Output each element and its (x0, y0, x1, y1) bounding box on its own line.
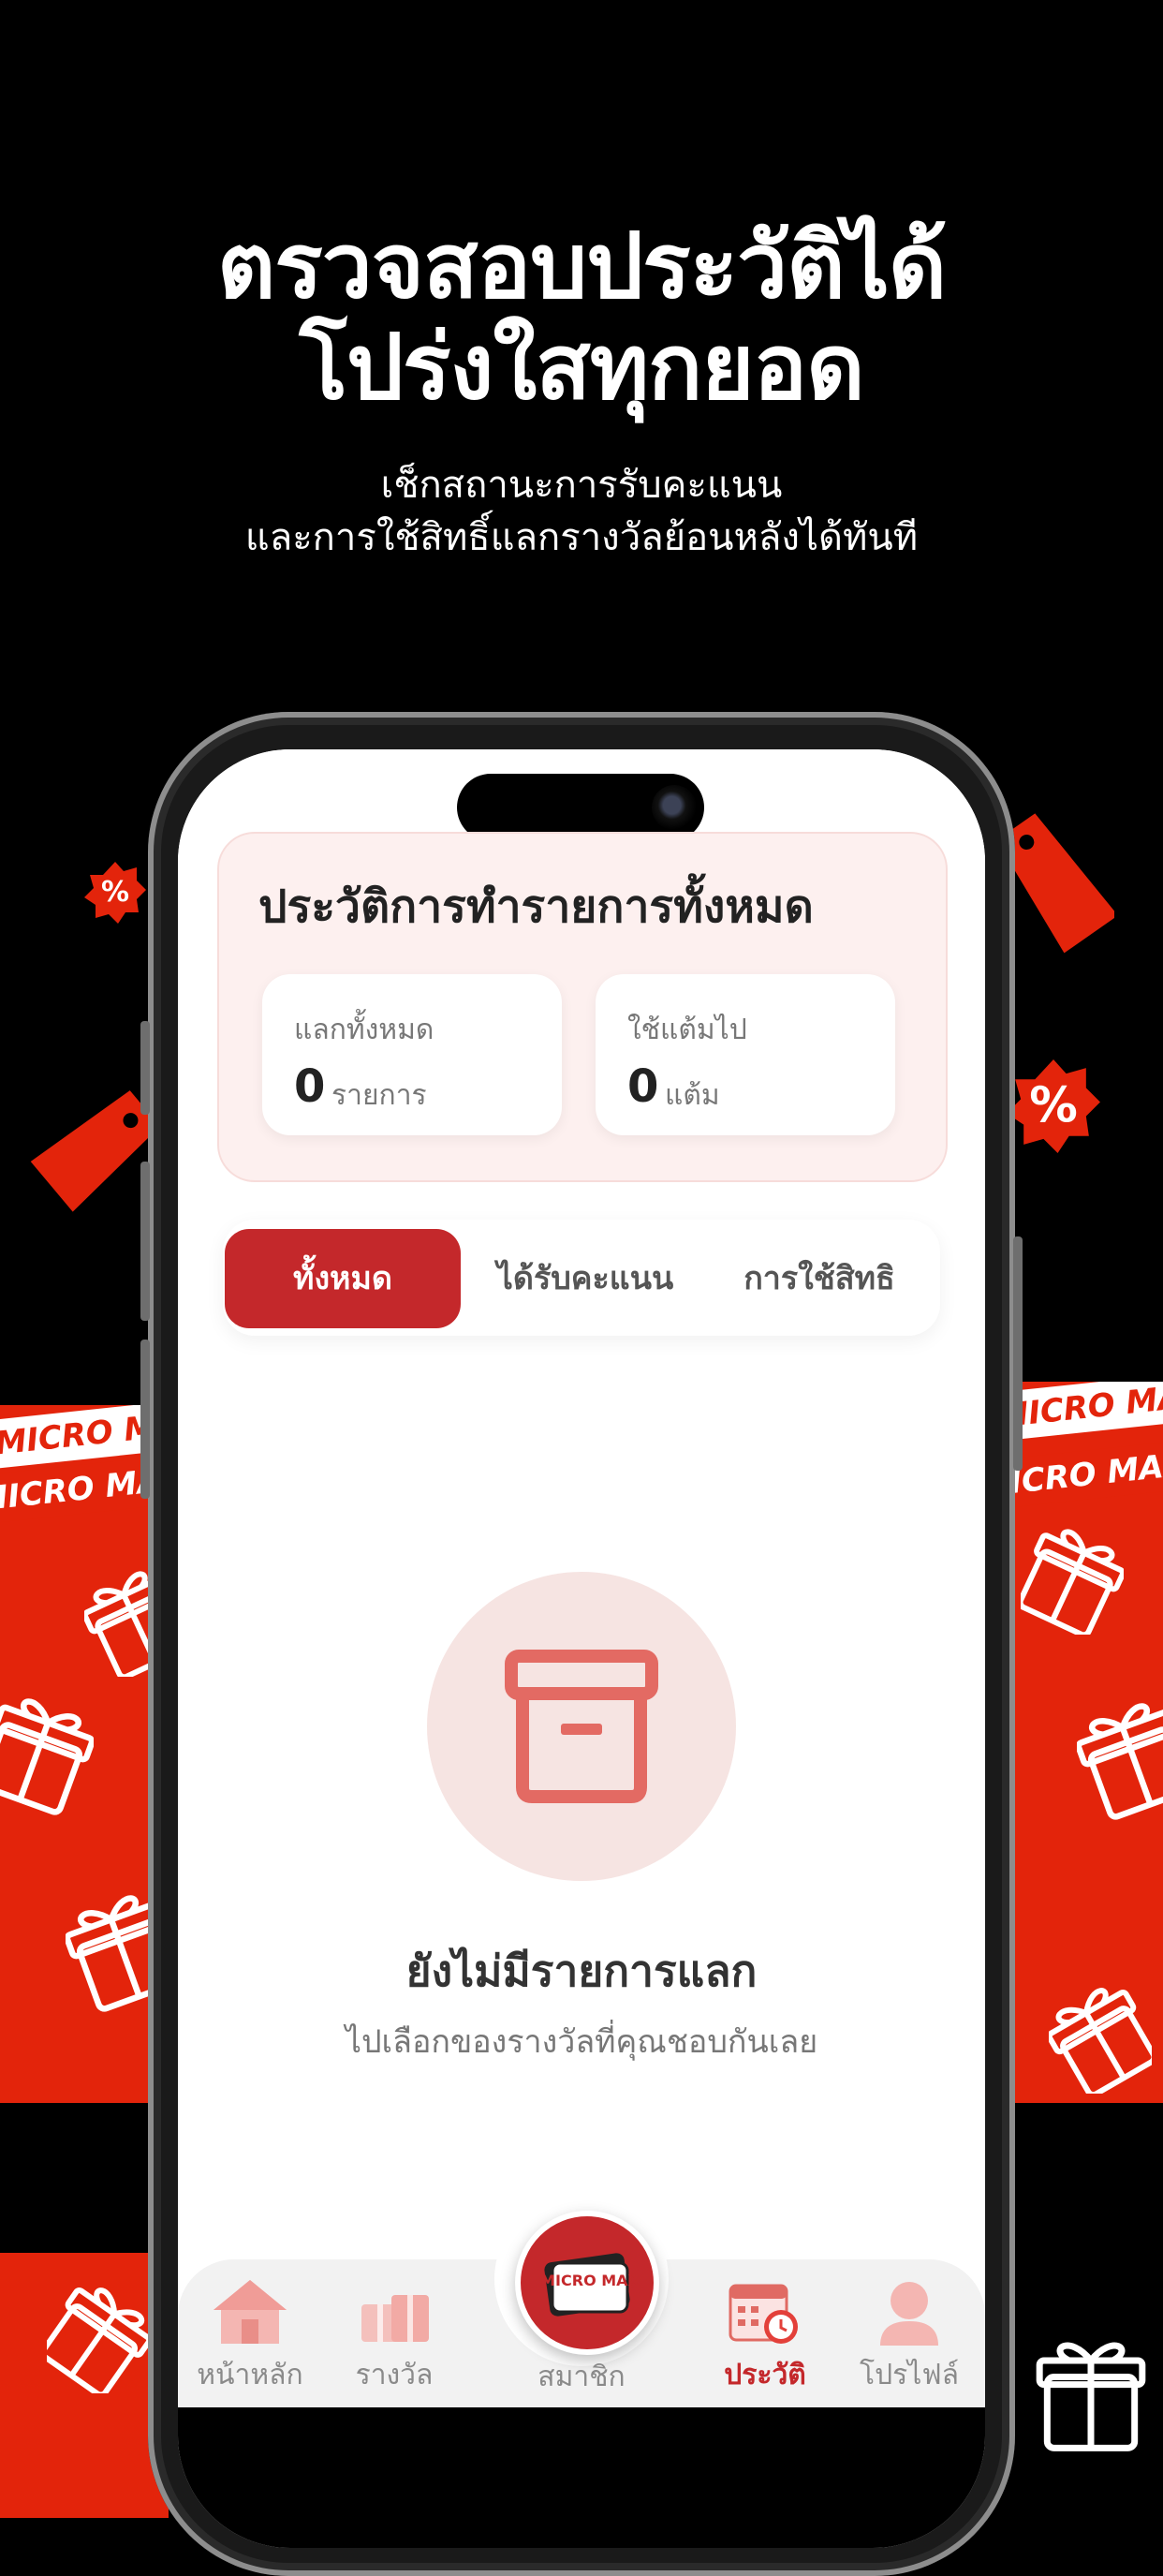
decor-red-band-bottom-left (0, 2253, 169, 2518)
promo-headline: ตรวจสอบประวัติได้ โปร่งใสทุกยอด (0, 215, 1163, 418)
tab-points-received[interactable]: ได้รับคะแนน (468, 1229, 702, 1328)
stat-label: แลกทั้งหมด (294, 1014, 434, 1046)
phone-side-button (140, 1340, 150, 1499)
gift-icon (1036, 2342, 1146, 2451)
camera-icon (652, 785, 697, 830)
svg-text:MICRO MAX: MICRO MAX (540, 2272, 640, 2289)
stat-unit: รายการ (331, 1079, 427, 1112)
user-icon (880, 2282, 938, 2346)
nav-item-home[interactable]: หน้าหลัก (180, 2276, 320, 2397)
nav-item-rewards[interactable]: รางวัล (324, 2276, 464, 2397)
gift-icon (47, 2287, 150, 2393)
empty-state-title: ยังไม่มีรายการแลก (405, 1946, 758, 1996)
stat-label: ใช้แต้มไป (627, 1014, 747, 1046)
gift-boxes-icon (361, 2295, 429, 2342)
gift-icon (1049, 1988, 1152, 2094)
nav-item-profile[interactable]: โปรไฟล์ (839, 2276, 979, 2397)
phone-side-button (1013, 1236, 1023, 1471)
promo-headline-line-1: ตรวจสอบประวัติได้ (216, 214, 947, 318)
tab-all[interactable]: ทั้งหมด (225, 1229, 461, 1328)
nav-label: ประวัติ (724, 2359, 806, 2391)
screen-content: ประวัติการทำรายการทั้งหมด แลกทั้งหมด 0 ร… (178, 749, 985, 2419)
history-filter-tabs: ทั้งหมด ได้รับคะแนน การใช้สิทธิ (223, 1220, 940, 1336)
archive-box-icon (505, 1650, 658, 1803)
summary-title: ประวัติการทำรายการทั้งหมด (258, 881, 814, 933)
decor-red-band-right: MICRO MAX . MICRO MAX . MICRO MICRO MAX … (993, 1382, 1163, 2103)
member-card-button[interactable]: MICRO MAX (515, 2211, 659, 2355)
percent-badge-icon: % (84, 862, 146, 924)
member-card-icon: MICRO MAX (540, 2253, 640, 2317)
nav-item-history[interactable]: ประวัติ (695, 2276, 835, 2397)
phone-side-button (140, 1162, 150, 1321)
app-screen: ประวัติการทำรายการทั้งหมด แลกทั้งหมด 0 ร… (178, 749, 985, 2548)
svg-text:%: % (101, 876, 129, 909)
tab-redemptions[interactable]: การใช้สิทธิ (702, 1229, 936, 1328)
svg-text:%: % (1029, 1078, 1078, 1134)
empty-state-subtitle: ไปเลือกของรางวัลที่คุณชอบกันเลย (345, 2023, 818, 2061)
phone-bottom-bezel (178, 2407, 985, 2548)
decor-red-band-bottom-right (993, 2253, 1163, 2518)
stat-value: 0 (627, 1060, 659, 1113)
nav-label: โปรไฟล์ (860, 2359, 959, 2391)
decor-red-band-left: MICRO MAX . MICRO MAX . MICRO MICRO MAX … (0, 1405, 169, 2103)
gift-icon (1077, 1703, 1163, 1820)
nav-label: หน้าหลัก (197, 2359, 303, 2391)
empty-state-illustration (427, 1572, 736, 1881)
stat-unit: แต้ม (665, 1079, 720, 1112)
stat-value: 0 (294, 1060, 326, 1113)
promo-headline-line-2: โปร่งใสทุกยอด (299, 315, 864, 420)
promo-subtitle: เช็กสถานะการรับคะแนน และการใช้สิทธิ์แลกร… (0, 459, 1163, 564)
percent-badge-icon: % (1007, 1059, 1100, 1153)
stat-redeemed-total: แลกทั้งหมด 0 รายการ (262, 974, 562, 1135)
phone-side-button (140, 1021, 150, 1115)
nav-item-member[interactable]: สมาชิก (511, 2355, 652, 2399)
calendar-clock-icon (729, 2284, 798, 2344)
home-icon (213, 2280, 287, 2344)
nav-label: สมาชิก (537, 2361, 626, 2393)
promo-subtitle-line-1: เช็กสถานะการรับคะแนน (380, 464, 783, 507)
history-summary-card: ประวัติการทำรายการทั้งหมด แลกทั้งหมด 0 ร… (217, 832, 948, 1182)
promo-subtitle-line-2: และการใช้สิทธิ์แลกรางวัลย้อนหลังได้ทันที (244, 516, 919, 559)
stat-points-used: ใช้แต้มไป 0 แต้ม (596, 974, 895, 1135)
gift-icon (1021, 1529, 1124, 1635)
gift-icon (0, 1698, 94, 1815)
nav-label: รางวัล (355, 2359, 434, 2391)
